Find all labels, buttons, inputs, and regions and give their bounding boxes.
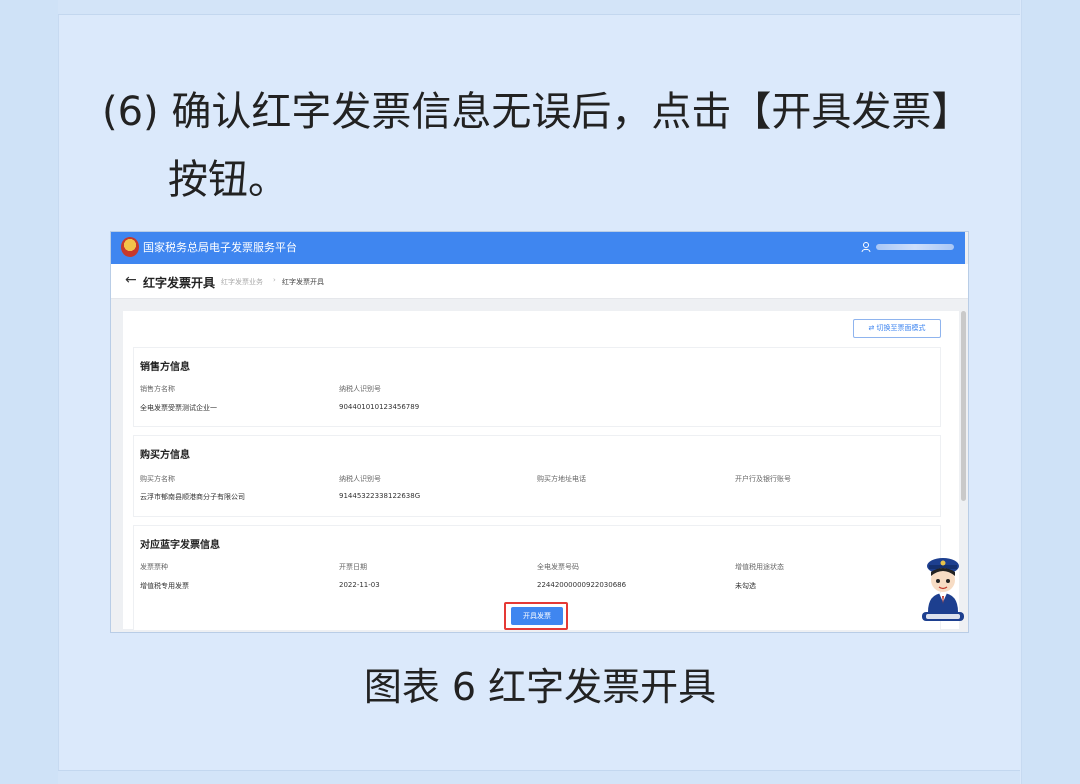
buyer-name-label: 购买方名称 — [140, 475, 175, 483]
figure-caption: 图表 6 红字发票开具 — [363, 665, 717, 709]
vat-status-label: 增值税用途状态 — [735, 563, 784, 571]
invoice-type-value: 增值税专用发票 — [140, 582, 189, 590]
buyer-tax-id-label: 纳税人识别号 — [339, 475, 381, 483]
seller-tax-id-label: 纳税人识别号 — [339, 385, 381, 393]
buyer-bank-label: 开户行及银行账号 — [735, 475, 791, 483]
blue-invoice-title: 对应蓝字发票信息 — [140, 540, 220, 551]
vat-status-value: 未勾选 — [735, 582, 756, 590]
seller-tax-id-value: 904401010123456789 — [339, 403, 420, 411]
tax-emblem-icon — [121, 237, 139, 257]
invoice-date-value: 2022-11-03 — [339, 581, 380, 589]
issue-invoice-button[interactable]: 开具发票 — [511, 607, 563, 625]
invoice-number-label: 全电发票号码 — [537, 563, 579, 571]
page-title: 红字发票开具 — [143, 276, 216, 290]
switch-mode-button[interactable]: ⇄ 切换至票面模式 — [853, 319, 941, 338]
breadcrumb-item-current: 红字发票开具 — [282, 278, 324, 286]
buyer-section: 购买方信息 购买方名称 云浮市郁南县顺港商分子有限公司 纳税人识别号 91445… — [133, 435, 941, 517]
buyer-tax-id-value: 91445322338122638G — [339, 492, 421, 500]
seller-section: 销售方信息 销售方名称 全电发票受票测试企业一 纳税人识别号 904401010… — [133, 347, 941, 427]
app-header: 国家税务总局电子发票服务平台 — [111, 232, 965, 264]
app-title: 国家税务总局电子发票服务平台 — [143, 241, 297, 254]
instruction-line-1: (6) 确认红字发票信息无误后，点击【开具发票】 — [102, 89, 972, 135]
sub-header: ← 红字发票开具 红字发票业务 › 红字发票开具 — [111, 264, 968, 299]
seller-name-label: 销售方名称 — [140, 385, 175, 393]
back-arrow-icon[interactable]: ← — [125, 272, 137, 288]
buyer-title: 购买方信息 — [140, 450, 190, 461]
user-name-blurred[interactable] — [876, 244, 954, 250]
bottom-strip — [58, 770, 1020, 784]
instruction-line-2: 按钮。 — [168, 157, 288, 203]
vertical-scrollbar[interactable] — [961, 311, 966, 501]
seller-title: 销售方信息 — [140, 362, 190, 373]
buyer-name-value: 云浮市郁南县顺港商分子有限公司 — [140, 493, 245, 501]
main-content: ⇄ 切换至票面模式 销售方信息 销售方名称 全电发票受票测试企业一 纳税人识别号… — [123, 311, 966, 631]
user-icon[interactable] — [861, 241, 871, 253]
invoice-number-value: 22442000000922030686 — [537, 581, 627, 589]
breadcrumb-item[interactable]: 红字发票业务 — [221, 277, 263, 287]
tax-officer-mascot-icon — [922, 558, 964, 621]
top-strip — [58, 0, 1020, 15]
screenshot-frame: 国家税务总局电子发票服务平台 ← 红字发票开具 红字发票业务 › 红字发票开具 … — [111, 232, 968, 632]
seller-name-value: 全电发票受票测试企业一 — [140, 404, 217, 412]
invoice-date-label: 开票日期 — [339, 563, 367, 571]
breadcrumb-separator: › — [273, 276, 276, 284]
buyer-address-label: 购买方地址电话 — [537, 475, 586, 483]
invoice-type-label: 发票票种 — [140, 563, 168, 571]
